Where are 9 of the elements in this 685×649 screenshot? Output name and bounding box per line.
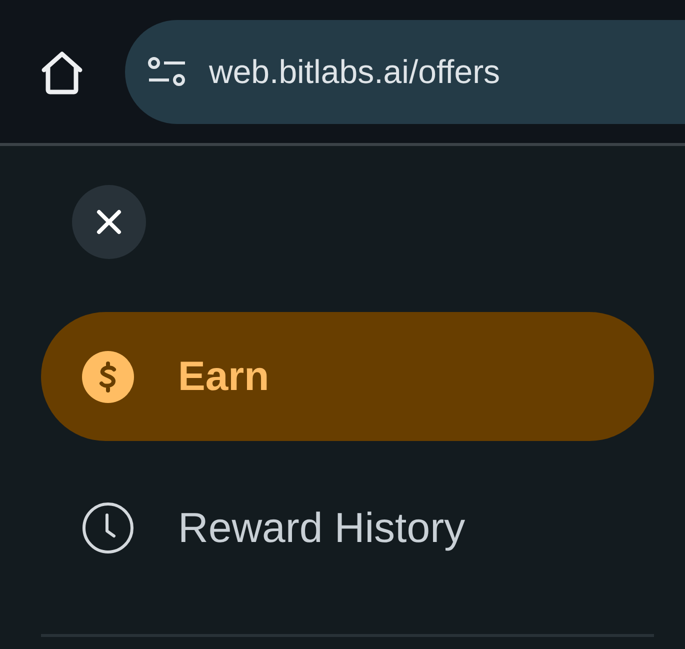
sliders-icon[interactable] — [147, 57, 187, 87]
menu-item[interactable]: Reward History — [41, 463, 654, 592]
close-icon — [96, 209, 122, 235]
address-bar[interactable]: web.bitlabs.ai/offers — [125, 20, 685, 124]
dollar-coin-icon — [82, 350, 134, 402]
clock-icon — [82, 502, 134, 554]
home-icon[interactable] — [40, 50, 84, 96]
url-text: web.bitlabs.ai/offers — [209, 53, 500, 91]
menu-item[interactable]: Earn — [41, 312, 654, 441]
